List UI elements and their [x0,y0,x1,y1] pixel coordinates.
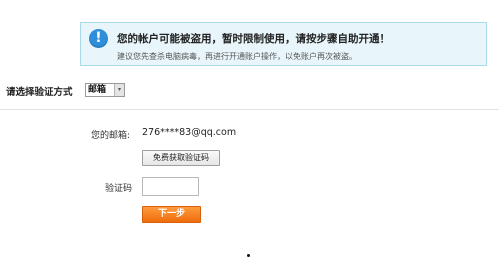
notice-subtitle: 建议您先查杀电脑病毒，再进行开通账户操作，以免账户再次被盗。 [117,52,357,61]
notice-title: 您的帐户可能被盗用，暂时限制使用，请按步骤自助开通！ [117,33,390,45]
email-value: 276****83@qq.com [142,127,237,138]
verify-method-value: 邮箱 [88,85,107,95]
verification-code-label: 验证码 [105,184,133,194]
next-step-button[interactable]: 下一步 [142,206,201,223]
divider [0,109,499,110]
email-label: 您的邮箱: [91,131,131,141]
info-icon: ! [89,29,108,48]
get-verification-code-button[interactable]: 免费获取验证码 [142,150,220,166]
verify-method-select[interactable]: 邮箱 ▾ [85,83,125,97]
verify-method-label: 请选择验证方式 [6,87,73,98]
verification-code-input[interactable] [142,177,199,196]
chevron-down-icon[interactable]: ▾ [114,84,124,96]
account-restricted-notice: ! 您的帐户可能被盗用，暂时限制使用，请按步骤自助开通！ 建议您先查杀电脑病毒，… [80,22,487,66]
dot-mark [247,254,250,257]
